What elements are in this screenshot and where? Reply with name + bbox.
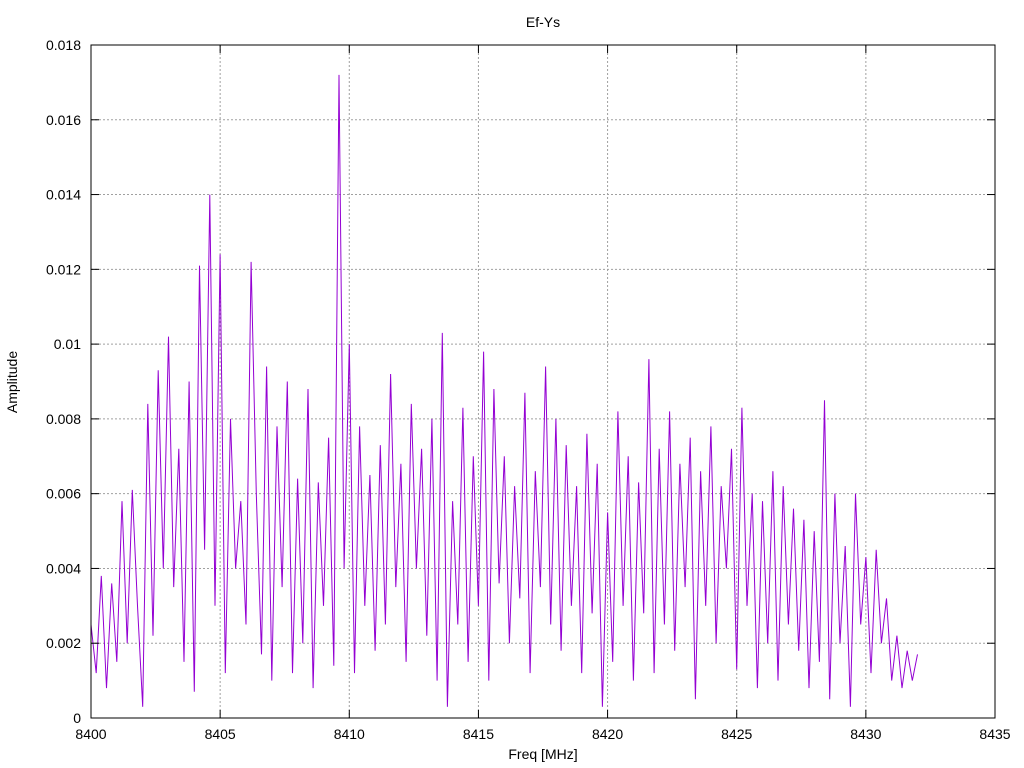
x-tick-label: 8430 bbox=[850, 726, 881, 742]
series-line bbox=[90, 74, 918, 707]
series-group bbox=[90, 74, 918, 707]
y-tick-label: 0.016 bbox=[46, 112, 81, 128]
y-tick-label: 0.002 bbox=[46, 635, 81, 651]
y-tick-label: 0.018 bbox=[46, 37, 81, 53]
y-tick-label: 0.012 bbox=[46, 261, 81, 277]
y-tick-label: 0.01 bbox=[54, 336, 81, 352]
chart: Ef-Ys 8400 8405 8410 8415 8420 8425 8430 8435 0 0… bbox=[4, 14, 1011, 762]
x-tick-label: 8410 bbox=[334, 726, 365, 742]
y-tick-label: 0.004 bbox=[46, 560, 81, 576]
x-tick-label: 8415 bbox=[463, 726, 494, 742]
x-tick-label: 8405 bbox=[205, 726, 236, 742]
y-axis-label: Amplitude bbox=[4, 351, 20, 413]
x-tick-label: 8435 bbox=[979, 726, 1010, 742]
x-tick-label: 8400 bbox=[75, 726, 106, 742]
y-tick-label: 0.008 bbox=[46, 411, 81, 427]
x-tick-label: 8420 bbox=[592, 726, 623, 742]
chart-title: Ef-Ys bbox=[526, 14, 560, 30]
y-tick-label: 0.014 bbox=[46, 187, 81, 203]
y-tick-label: 0.006 bbox=[46, 486, 81, 502]
x-axis-label: Freq [MHz] bbox=[508, 746, 577, 762]
y-tick-label: 0 bbox=[73, 710, 81, 726]
x-tick-label: 8425 bbox=[721, 726, 752, 742]
